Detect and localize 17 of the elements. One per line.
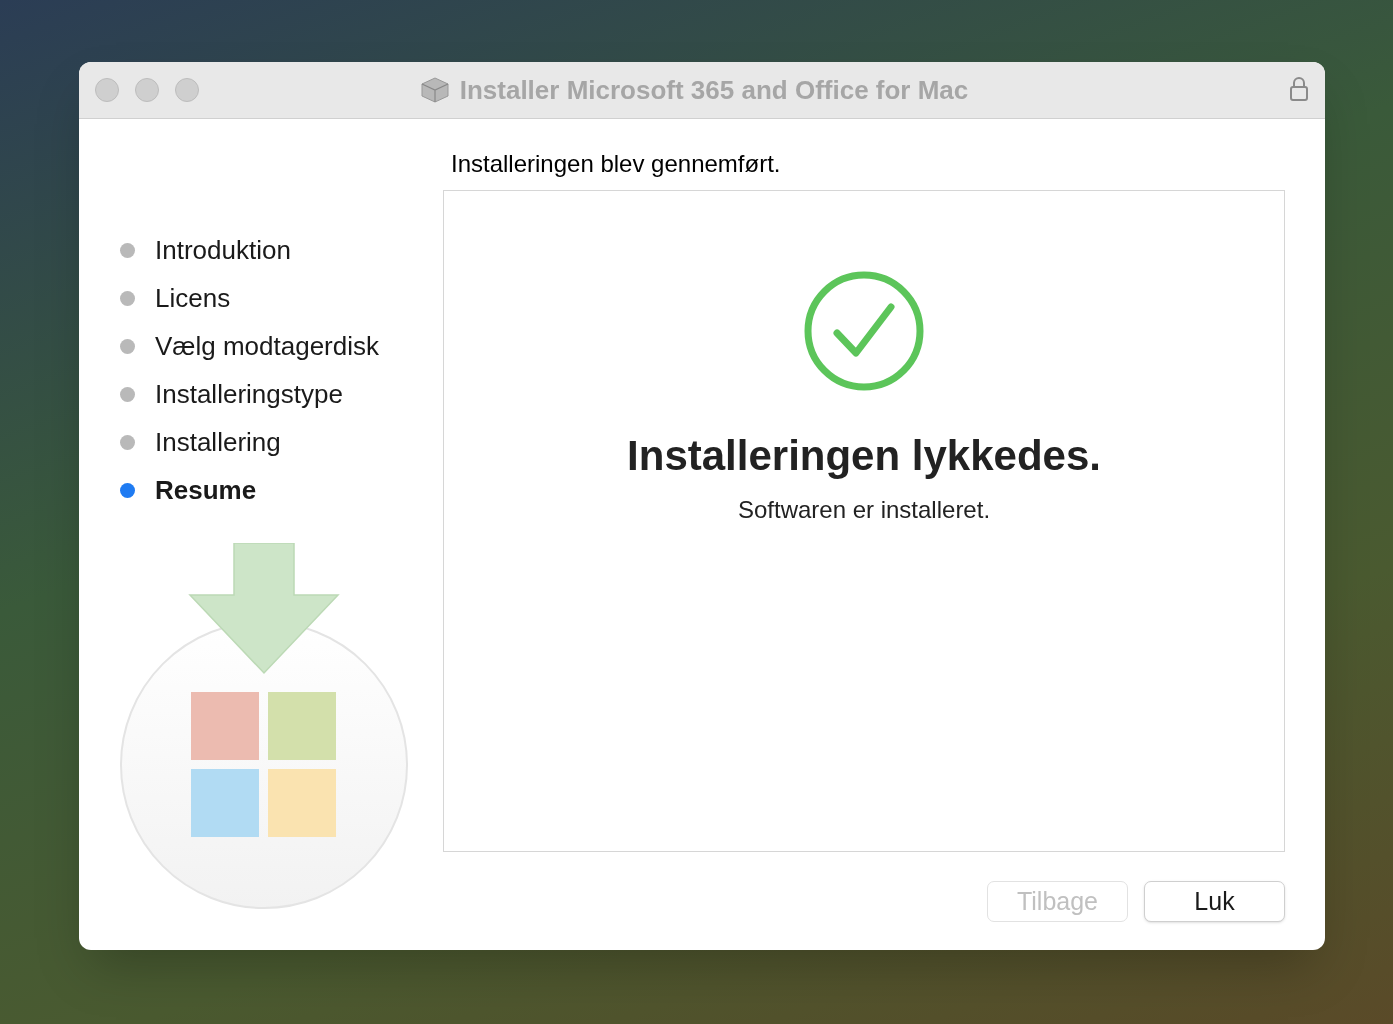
step-label: Licens <box>155 281 231 315</box>
step-label: Vælg modtagerdisk <box>155 329 379 363</box>
step-label: Installeringstype <box>155 377 343 411</box>
lock-icon <box>1289 76 1309 102</box>
checkmark-circle-icon <box>803 270 925 392</box>
step-label: Resume <box>155 473 257 507</box>
step-label: Installering <box>155 425 281 459</box>
window-control-button[interactable] <box>175 78 199 102</box>
result-title: Installeringen lykkedes. <box>627 431 1101 481</box>
result-message: Softwaren er installeret. <box>737 495 991 525</box>
step-heading: Installeringen blev gennemført. <box>451 149 782 179</box>
window-title: Installer Microsoft 365 and Office for Mac <box>459 73 969 107</box>
step-label: Introduktion <box>155 233 291 267</box>
close-button[interactable]: Luk <box>1144 881 1285 922</box>
window-control-button[interactable] <box>135 78 159 102</box>
window-control-button[interactable] <box>95 78 119 102</box>
package-icon <box>419 76 450 104</box>
